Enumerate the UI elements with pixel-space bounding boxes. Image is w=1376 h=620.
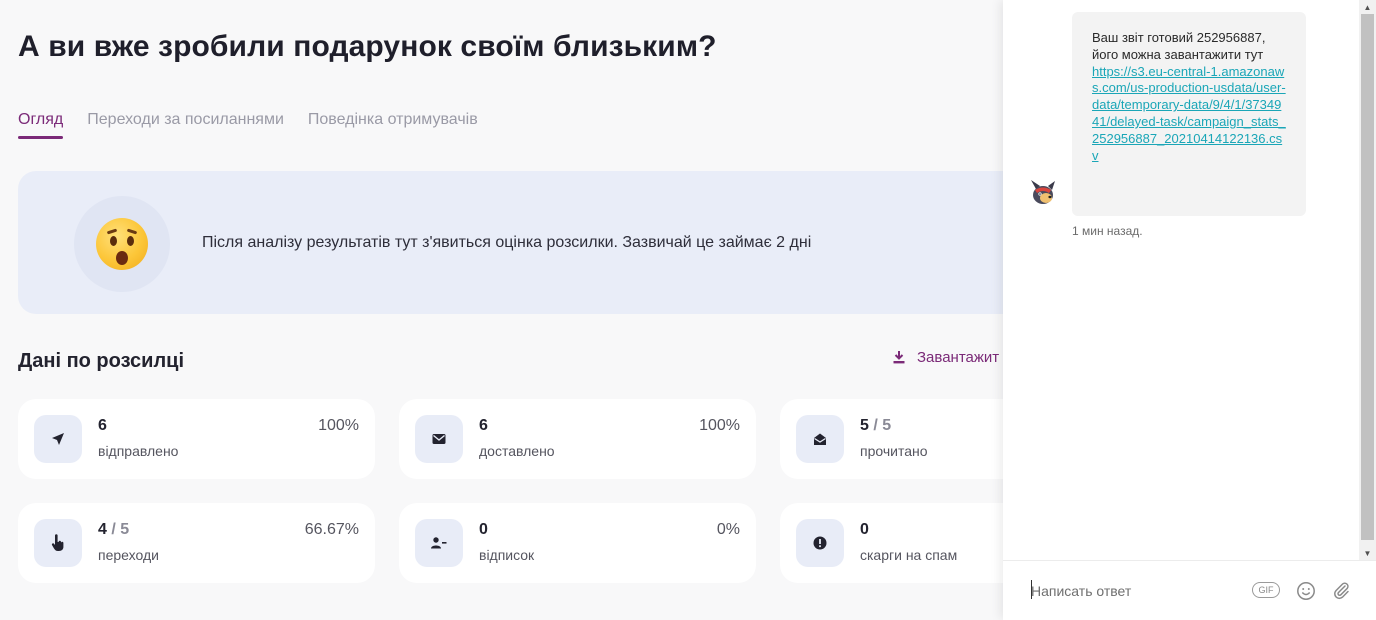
stat-value: 0 [479, 521, 488, 538]
bot-avatar-icon [1031, 180, 1055, 204]
open-envelope-icon [796, 415, 844, 463]
chat-scrollbar[interactable]: ▲ ▼ [1359, 0, 1376, 560]
stat-value: 6 [98, 417, 107, 434]
download-label: Завантажит [917, 349, 1000, 366]
tab-recipient-behavior[interactable]: Поведінка отримувачів [308, 111, 478, 139]
stat-card-unsubscribes: 0 відписок 0% [399, 503, 756, 583]
message-timestamp: 1 мин назад. [1072, 224, 1143, 238]
pointer-hand-icon [34, 519, 82, 567]
alert-icon [796, 519, 844, 567]
banner-message: Після аналізу результатів тут з'явиться … [202, 234, 812, 251]
stat-card-delivered: 6 доставлено 100% [399, 399, 756, 479]
reply-input[interactable] [1029, 579, 1243, 603]
stat-card-read: 5 / 5 прочитано [780, 399, 1003, 479]
message-text: Ваш звіт готовий 252956887, його можна з… [1092, 30, 1266, 62]
download-icon [893, 351, 905, 364]
download-button[interactable]: Завантажит [893, 349, 999, 366]
stat-value: 5 / 5 [860, 417, 892, 434]
remove-user-icon [415, 519, 463, 567]
stat-label: відписок [479, 547, 535, 563]
chat-composer: GIF [1003, 560, 1376, 620]
stat-label: відправлено [98, 443, 179, 459]
stat-card-clicks: 4 / 5 переходи 66.67% [18, 503, 375, 583]
tab-bar: Огляд Переходи за посиланнями Поведінка … [18, 111, 478, 139]
attachment-icon[interactable] [1331, 580, 1351, 600]
report-download-link[interactable]: https://s3.eu-central-1.amazonaws.com/us… [1092, 64, 1286, 165]
scrollbar-thumb[interactable] [1361, 14, 1374, 540]
tab-overview[interactable]: Огляд [18, 111, 64, 139]
stat-card-spam: 0 скарги на спам [780, 503, 1003, 583]
stat-label: переходи [98, 547, 159, 563]
page-title: А ви вже зробили подарунок своїм близьки… [18, 30, 717, 63]
stat-percent: 0% [716, 521, 740, 538]
scroll-down-arrow-icon[interactable]: ▼ [1359, 546, 1376, 560]
envelope-icon [415, 415, 463, 463]
scroll-up-arrow-icon[interactable]: ▲ [1359, 0, 1376, 14]
emoji-picker-icon[interactable] [1296, 581, 1316, 601]
stat-value: 4 / 5 [98, 521, 130, 538]
stat-percent: 100% [699, 417, 740, 434]
main-content: А ви вже зробили подарунок своїм близьки… [0, 0, 1003, 619]
stat-percent: 100% [318, 417, 359, 434]
stat-value: 0 [860, 521, 869, 538]
evaluation-banner: Після аналізу результатів тут з'явиться … [18, 171, 1003, 314]
chat-panel: Ваш звіт готовий 252956887, його можна з… [1003, 0, 1376, 620]
gif-button[interactable]: GIF [1252, 582, 1280, 598]
chat-messages: Ваш звіт готовий 252956887, його можна з… [1003, 0, 1359, 560]
tab-link-clicks[interactable]: Переходи за посиланнями [87, 111, 284, 139]
chat-message-bubble: Ваш звіт готовий 252956887, його можна з… [1072, 12, 1306, 216]
stat-label: скарги на спам [860, 547, 958, 563]
stat-percent: 66.67% [304, 521, 359, 538]
section-title: Дані по розсилці [18, 350, 185, 372]
stat-value: 6 [479, 417, 488, 434]
hushed-face-icon [96, 218, 148, 270]
emoji-circle [74, 196, 170, 292]
stat-label: прочитано [860, 443, 928, 459]
stat-card-sent: 6 відправлено 100% [18, 399, 375, 479]
send-icon [34, 415, 82, 463]
text-caret [1031, 580, 1032, 599]
stat-label: доставлено [479, 443, 555, 459]
